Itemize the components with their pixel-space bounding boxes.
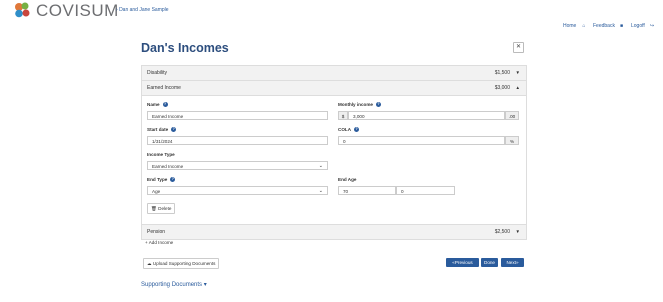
income-row-pension[interactable]: Pension $2,500 ▼ xyxy=(142,225,526,239)
signout-icon: ↪ xyxy=(649,23,655,29)
income-amount: $3,000 xyxy=(494,85,510,91)
income-label: Earned Income xyxy=(147,85,181,91)
cloud-upload-icon: ☁ xyxy=(147,261,152,266)
home-icon: ⌂ xyxy=(582,23,586,29)
income-label: Pension xyxy=(147,229,166,235)
income-amount: $2,500 xyxy=(494,229,510,235)
help-icon[interactable]: ? xyxy=(375,102,381,108)
monthly-income-input[interactable]: 3,000 xyxy=(348,111,505,120)
double-right-icon: » xyxy=(515,260,519,265)
chevron-down-icon: ⌄ xyxy=(318,163,323,169)
percent-addon: % xyxy=(505,136,519,145)
caret-down-icon: ▼ xyxy=(515,229,520,234)
end-type-select[interactable]: Age ⌄ xyxy=(147,186,328,195)
income-row-earned[interactable]: Earned Income $3,000 ▲ xyxy=(142,81,526,96)
help-icon[interactable]: ? xyxy=(170,177,176,183)
start-date-input[interactable]: 1/31/2024 xyxy=(147,136,328,145)
earned-income-form: Name? Earned Income Monthly income? $ 3,… xyxy=(142,96,526,225)
plus-icon: + xyxy=(145,240,148,245)
cola-input[interactable]: 0 xyxy=(338,136,505,145)
help-icon[interactable]: ? xyxy=(354,127,360,133)
next-button[interactable]: Next» xyxy=(501,258,524,267)
income-row-disability[interactable]: Disability $1,500 ▼ xyxy=(142,66,526,81)
help-icon[interactable]: ? xyxy=(171,127,177,133)
caret-down-icon: ▼ xyxy=(515,70,520,75)
close-button[interactable]: ✕ xyxy=(513,42,524,53)
name-label: Name? xyxy=(147,102,168,108)
end-age-years-input[interactable]: 70 xyxy=(338,186,396,195)
supporting-documents-toggle[interactable]: Supporting Documents ▾ xyxy=(141,281,207,288)
end-age-label: End Age xyxy=(338,177,357,182)
monthly-income-label: Monthly income? xyxy=(338,102,381,108)
income-type-select[interactable]: Earned Income ⌄ xyxy=(147,161,328,170)
caret-up-icon: ▲ xyxy=(515,85,520,90)
delete-button[interactable]: 🗑 Delete xyxy=(147,203,176,214)
add-income-button[interactable]: + Add Income xyxy=(145,240,173,245)
page-title: Dan's Incomes xyxy=(141,41,229,55)
cents-addon: .00 xyxy=(505,111,519,120)
covisum-logo-icon xyxy=(15,2,30,18)
income-type-label: Income Type xyxy=(147,152,175,157)
nav-logoff-label[interactable]: Logoff xyxy=(631,23,645,29)
income-amount: $1,500 xyxy=(494,70,510,76)
nav-feedback-label[interactable]: Feedback xyxy=(593,23,615,29)
comment-icon: ■ xyxy=(619,23,623,29)
end-type-label: End Type? xyxy=(147,177,176,183)
end-age-months-input[interactable]: 0 xyxy=(396,186,455,195)
nav-home[interactable]: Home ⌂ xyxy=(563,23,585,29)
start-date-label: Start date? xyxy=(147,127,177,133)
help-icon[interactable]: ? xyxy=(162,102,168,108)
trash-icon: 🗑 xyxy=(151,206,157,211)
name-input[interactable]: Earned Income xyxy=(147,111,328,120)
logo-text: COVISUM xyxy=(36,1,119,20)
breadcrumb[interactable]: › Dan and Jane Sample xyxy=(116,7,169,13)
caret-down-icon: ▾ xyxy=(203,282,207,288)
nav-feedback[interactable]: Feedback ■ xyxy=(593,23,623,29)
cola-label: COLA? xyxy=(338,127,360,133)
previous-button[interactable]: «Previous xyxy=(446,258,479,267)
currency-addon: $ xyxy=(338,111,348,120)
income-accordion: Disability $1,500 ▼ Earned Income $3,000… xyxy=(141,65,527,240)
upload-documents-button[interactable]: ☁ Upload Supporting Documents xyxy=(143,258,220,269)
breadcrumb-client[interactable]: Dan and Jane Sample xyxy=(119,7,168,13)
income-label: Disability xyxy=(147,70,168,76)
nav-home-label[interactable]: Home xyxy=(563,23,576,29)
nav-logoff[interactable]: Logoff ↪ xyxy=(631,23,654,29)
chevron-down-icon: ⌄ xyxy=(318,188,323,194)
done-button[interactable]: Done xyxy=(481,258,498,267)
